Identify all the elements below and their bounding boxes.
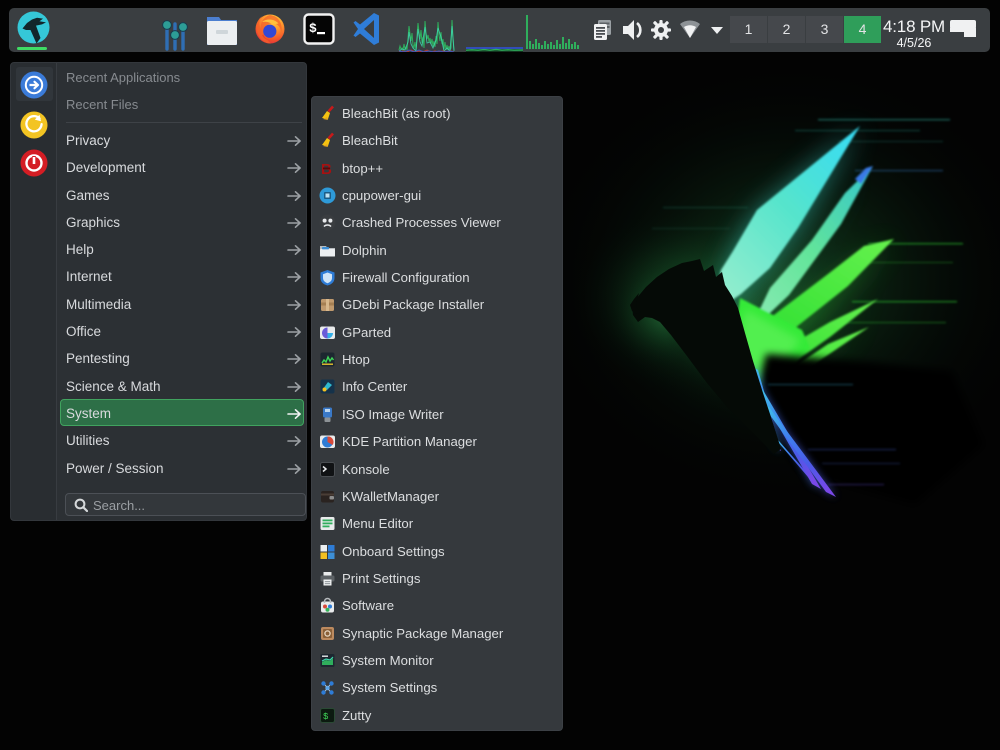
svg-text:$: $ xyxy=(309,21,317,36)
svg-text:$: $ xyxy=(323,712,329,722)
